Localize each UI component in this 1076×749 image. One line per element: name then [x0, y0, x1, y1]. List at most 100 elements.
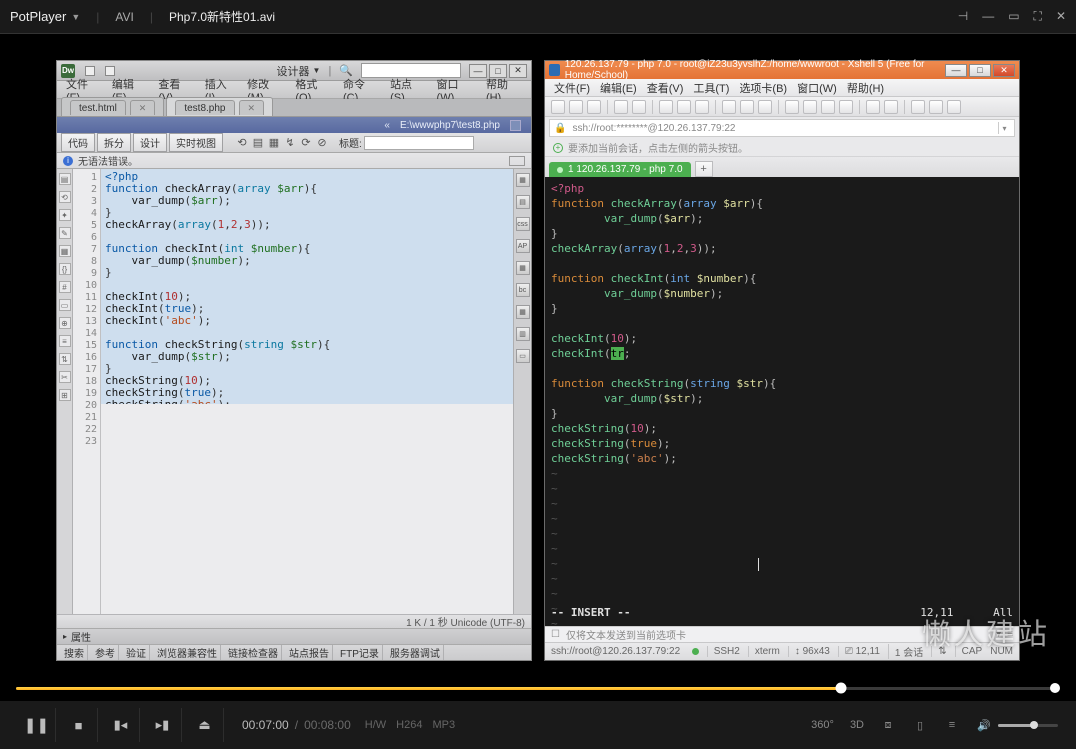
copy-icon[interactable] — [659, 100, 673, 114]
tool-icon[interactable]: ⟲ — [235, 136, 249, 150]
disconnect-icon[interactable] — [632, 100, 646, 114]
eject-button[interactable]: ⏏ — [186, 708, 224, 742]
tool-icon[interactable] — [929, 100, 943, 114]
tool-icon[interactable]: ⊘ — [315, 136, 329, 150]
progress-handle[interactable] — [835, 683, 846, 694]
progress-bar[interactable] — [16, 683, 1060, 693]
tool-icon[interactable]: ▭ — [59, 299, 71, 311]
view-live-button[interactable]: 实时视图 — [169, 133, 223, 152]
panel-validate[interactable]: 验证 — [123, 645, 150, 660]
tool-icon[interactable]: ⇅ — [59, 353, 71, 365]
tool-icon[interactable]: ⊕ — [59, 317, 71, 329]
menu-tabs[interactable]: 选项卡(B) — [736, 80, 790, 96]
reconnect-icon[interactable] — [614, 100, 628, 114]
paste-icon[interactable] — [677, 100, 691, 114]
panel-server-debug[interactable]: 服务器调试 — [387, 645, 444, 660]
tool-icon[interactable]: ⊞ — [59, 389, 71, 401]
tool-icon[interactable] — [785, 100, 799, 114]
menu-file[interactable]: 文件(F) — [551, 80, 593, 96]
tool-icon[interactable] — [866, 100, 880, 114]
menu-icon[interactable]: ≡ — [1007, 629, 1013, 640]
panel-icon[interactable]: ▦ — [516, 261, 530, 275]
tool-icon[interactable]: ▦ — [59, 245, 71, 257]
menu-edit[interactable]: 编辑(E) — [597, 80, 640, 96]
player-app-menu[interactable]: PotPlayer ▼ — [10, 9, 80, 24]
minimize-icon[interactable]: ― — [945, 64, 967, 77]
tool-icon[interactable]: {} — [59, 263, 71, 275]
address-bar[interactable]: 🔒 ssh://root:********@120.26.137.79:22 ▾ — [549, 119, 1015, 137]
restore-icon[interactable]: ▭ — [1008, 9, 1019, 24]
panel-search[interactable]: 搜索 — [61, 645, 88, 660]
chevron-down-icon[interactable]: ▾ — [998, 122, 1010, 134]
pin-icon[interactable]: ⊣ — [958, 9, 968, 24]
tool-icon[interactable]: ✂ — [59, 371, 71, 383]
volume-icon[interactable]: 🔊 — [976, 717, 992, 733]
panel-icon[interactable]: AP — [516, 239, 530, 253]
capture-icon[interactable]: ⧈ — [880, 717, 896, 733]
terminal[interactable]: <?php function checkArray(array $arr){ v… — [545, 177, 1019, 626]
fullscreen-icon[interactable]: ⛶ — [1034, 9, 1042, 24]
vr-360-button[interactable]: 360° — [811, 719, 834, 731]
open-icon[interactable] — [569, 100, 583, 114]
prev-button[interactable]: ▮◂ — [102, 708, 140, 742]
bookmark-icon[interactable]: ▯ — [912, 717, 928, 733]
next-button[interactable]: ▸▮ — [144, 708, 182, 742]
chevron-left-icon[interactable]: « — [384, 120, 390, 131]
terminal-tab[interactable]: 1 120.26.137.79 - php 7.0 — [549, 162, 691, 177]
volume-slider[interactable] — [998, 724, 1058, 727]
tool-icon[interactable] — [839, 100, 853, 114]
tab-test8-php[interactable]: test8.php✕ — [166, 97, 273, 116]
panel-icon[interactable]: bc — [516, 283, 530, 297]
tool-icon[interactable]: ⟲ — [59, 191, 71, 203]
panel-browser-compat[interactable]: 浏览器兼容性 — [154, 645, 221, 660]
menu-tools[interactable]: 工具(T) — [690, 80, 732, 96]
panel-icon[interactable]: ▦ — [516, 305, 530, 319]
toggle-button[interactable] — [509, 156, 525, 166]
tool-icon[interactable]: ▤ — [251, 136, 265, 150]
maximize-icon[interactable]: □ — [969, 64, 991, 77]
menu-help[interactable]: 帮助(H) — [844, 80, 887, 96]
tool-icon[interactable] — [884, 100, 898, 114]
tool-icon[interactable]: ✎ — [59, 227, 71, 239]
checkbox-icon[interactable]: ☐ — [551, 629, 560, 640]
panel-icon[interactable]: ▤ — [516, 195, 530, 209]
panel-link-checker[interactable]: 链接检查器 — [225, 645, 282, 660]
plus-icon[interactable]: + — [553, 143, 563, 153]
view-design-button[interactable]: 设计 — [133, 133, 167, 152]
new-session-icon[interactable] — [551, 100, 565, 114]
tool-icon[interactable] — [821, 100, 835, 114]
chevron-down-icon[interactable]: ▾ — [996, 629, 1001, 640]
panel-site-reports[interactable]: 站点报告 — [286, 645, 333, 660]
menu-view[interactable]: 查看(V) — [644, 80, 687, 96]
tool-icon[interactable] — [911, 100, 925, 114]
close-icon[interactable]: ✕ — [130, 100, 156, 115]
view-code-button[interactable]: 代码 — [61, 133, 95, 152]
tool-icon[interactable]: ▤ — [59, 173, 71, 185]
tool-icon[interactable]: ✦ — [59, 209, 71, 221]
gear-icon[interactable] — [105, 66, 115, 76]
tool-icon[interactable]: ↯ — [283, 136, 297, 150]
color-icon[interactable] — [740, 100, 754, 114]
3d-button[interactable]: 3D — [850, 719, 864, 731]
close-icon[interactable]: ✕ — [1056, 9, 1066, 24]
panel-icon[interactable]: ▭ — [516, 349, 530, 363]
close-icon[interactable]: ✕ — [239, 100, 265, 115]
new-tab-button[interactable]: + — [695, 161, 713, 177]
panel-icon[interactable]: ▥ — [516, 327, 530, 341]
font-icon[interactable] — [722, 100, 736, 114]
menu-window[interactable]: 窗口(W) — [794, 80, 840, 96]
tool-icon[interactable]: # — [59, 281, 71, 293]
code-editor[interactable]: <?php function checkArray(array $arr){ v… — [101, 169, 513, 614]
tool-icon[interactable]: ⟳ — [299, 136, 313, 150]
tool-icon[interactable]: ▦ — [267, 136, 281, 150]
view-split-button[interactable]: 拆分 — [97, 133, 131, 152]
volume-control[interactable]: 🔊 — [976, 717, 1058, 733]
layout-icon[interactable] — [85, 66, 95, 76]
panel-icon[interactable]: ▦ — [516, 173, 530, 187]
stop-button[interactable]: ■ — [60, 708, 98, 742]
find-icon[interactable] — [695, 100, 709, 114]
panel-ftp-log[interactable]: FTP记录 — [337, 645, 383, 660]
help-icon[interactable] — [947, 100, 961, 114]
properties-panel-header[interactable]: ▸ 属性 — [57, 628, 531, 644]
path-button[interactable] — [510, 120, 521, 131]
